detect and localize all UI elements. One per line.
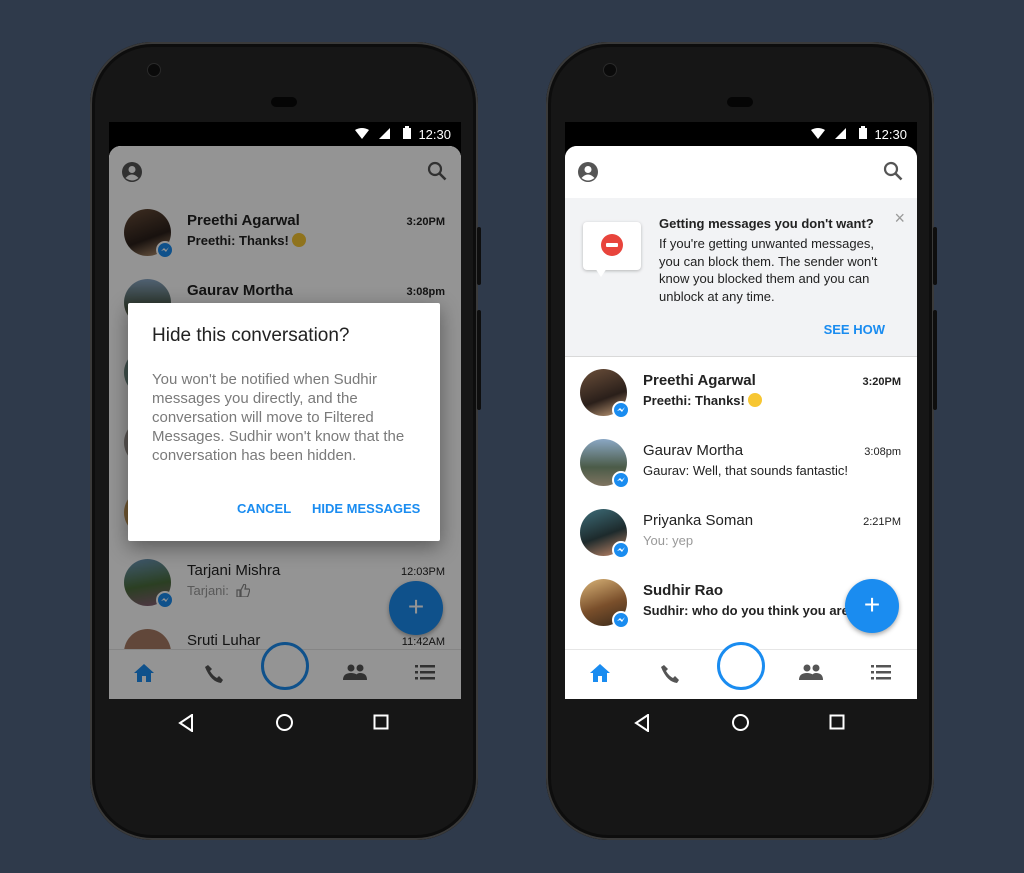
power-button <box>477 227 481 285</box>
status-time: 12:30 <box>874 127 907 142</box>
screen: 12:30 Preethi Agarwal Preethi: Thanks! 3… <box>109 122 461 699</box>
wifi-icon <box>811 128 825 139</box>
battery-icon <box>859 126 867 139</box>
dialog-title: Hide this conversation? <box>152 325 350 346</box>
battery-icon <box>403 126 411 139</box>
left-phone: 12:30 Preethi Agarwal Preethi: Thanks! 3… <box>90 42 481 840</box>
conversation-row[interactable]: Preethi Agarwal Preethi: Thanks! 3:20PM <box>565 360 917 430</box>
conversation-row[interactable]: Gaurav Mortha Gaurav: Well, that sounds … <box>565 430 917 500</box>
message-time: 3:08pm <box>864 446 901 458</box>
contact-name: Priyanka Soman <box>643 512 754 529</box>
messenger-badge-icon <box>612 401 630 419</box>
messenger-badge-icon <box>612 471 630 489</box>
cancel-button[interactable]: CANCEL <box>237 501 291 516</box>
volume-button <box>477 310 481 410</box>
message-time: 2:21PM <box>863 516 901 528</box>
contact-name: Preethi Agarwal <box>643 372 756 389</box>
home-nav-icon[interactable] <box>731 713 750 732</box>
hide-conversation-dialog: Hide this conversation? You won't be not… <box>128 303 440 541</box>
messenger-badge-icon <box>612 541 630 559</box>
front-camera <box>604 64 616 76</box>
messenger-badge-icon <box>612 611 630 629</box>
bubble-tail <box>595 268 607 277</box>
recents-icon[interactable] <box>829 714 845 730</box>
power-button <box>933 227 937 285</box>
smiley-emoji-icon <box>747 393 762 407</box>
back-icon[interactable] <box>634 714 650 732</box>
banner-message: If you're getting unwanted messages, you… <box>659 236 878 304</box>
signal-icon <box>835 128 846 139</box>
messenger-app: Getting messages you don't want? If you'… <box>565 146 917 699</box>
message-time: 3:20PM <box>862 376 901 388</box>
list-icon[interactable] <box>871 664 891 680</box>
app-bar <box>565 146 917 198</box>
contact-name: Sudhir Rao <box>643 582 724 599</box>
banner-title: Getting messages you don't want? <box>659 216 874 231</box>
message-preview: Sudhir: who do you think you are? <box>643 603 857 618</box>
dialog-message: You won't be notified when Sudhir messag… <box>152 371 405 464</box>
block-illustration <box>583 222 641 277</box>
unwanted-messages-banner: Getting messages you don't want? If you'… <box>565 198 917 357</box>
phone-icon[interactable] <box>660 664 680 684</box>
conversation-row[interactable]: Priyanka Soman You: yep 2:21PM <box>565 500 917 570</box>
people-icon[interactable] <box>799 664 823 680</box>
new-message-button[interactable]: + <box>845 579 899 633</box>
signal-icon <box>379 128 390 139</box>
home-icon[interactable] <box>590 664 610 682</box>
bottom-nav <box>565 642 917 699</box>
wifi-icon <box>355 128 369 139</box>
message-preview: Preethi: Thanks! <box>643 393 762 408</box>
status-bar: 12:30 <box>109 122 461 146</box>
block-icon <box>601 234 623 256</box>
right-phone: 12:30 Getting messages you don't want? I… <box>546 42 937 840</box>
search-icon[interactable] <box>883 161 903 181</box>
recents-icon[interactable] <box>373 714 389 730</box>
message-preview: Gaurav: Well, that sounds fantastic! <box>643 463 848 478</box>
home-nav-icon[interactable] <box>275 713 294 732</box>
screen: 12:30 Getting messages you don't want? I… <box>565 122 917 699</box>
message-preview: You: yep <box>643 533 694 548</box>
status-bar: 12:30 <box>565 122 917 146</box>
status-time: 12:30 <box>418 127 451 142</box>
speaker-grille <box>727 97 753 107</box>
camera-button[interactable] <box>717 642 765 690</box>
back-icon[interactable] <box>178 714 194 732</box>
see-how-link[interactable]: SEE HOW <box>824 322 885 337</box>
close-icon[interactable]: × <box>894 208 905 229</box>
hide-messages-button[interactable]: HIDE MESSAGES <box>312 501 420 516</box>
profile-icon[interactable] <box>578 162 598 182</box>
speaker-grille <box>271 97 297 107</box>
contact-name: Gaurav Mortha <box>643 442 744 459</box>
volume-button <box>933 310 937 410</box>
preview-text: Preethi: Thanks! <box>643 393 745 408</box>
front-camera <box>148 64 160 76</box>
messenger-app: Preethi Agarwal Preethi: Thanks! 3:20PM … <box>109 146 461 699</box>
